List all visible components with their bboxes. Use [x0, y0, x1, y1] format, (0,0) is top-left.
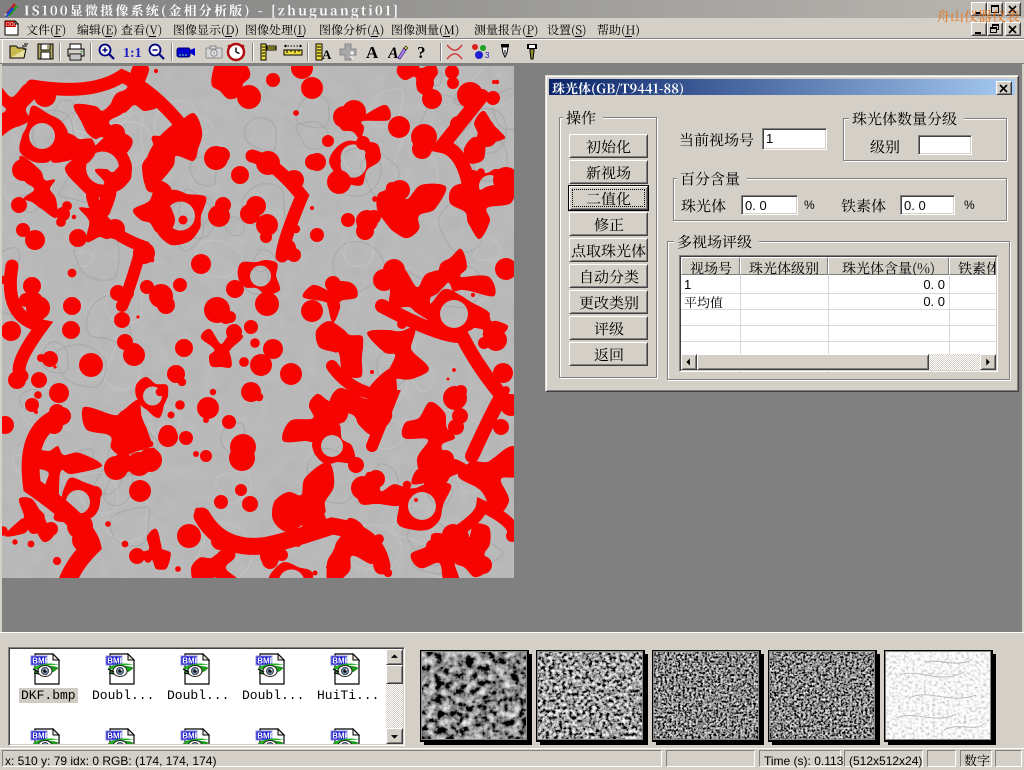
- svg-text:1:1: 1:1: [123, 46, 141, 61]
- svg-text:A: A: [366, 43, 379, 62]
- svg-text:3: 3: [485, 51, 490, 60]
- svg-text:A: A: [388, 45, 399, 62]
- svg-text:A: A: [322, 47, 332, 62]
- svg-text:?: ?: [417, 43, 426, 62]
